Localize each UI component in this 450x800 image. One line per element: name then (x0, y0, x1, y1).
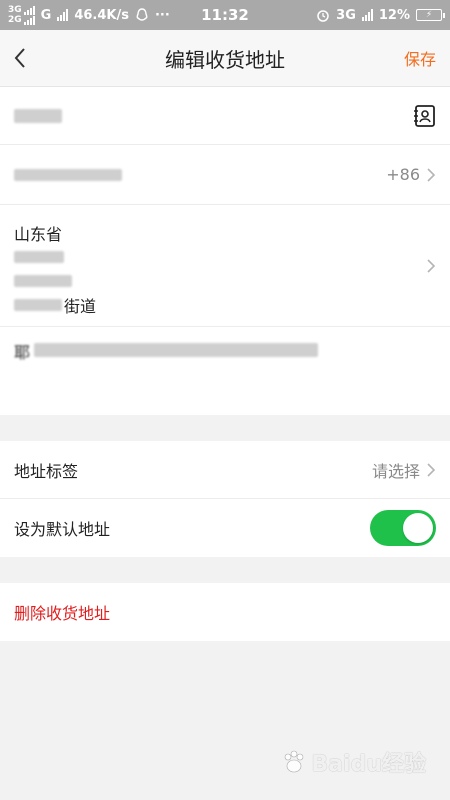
name-redacted (14, 108, 62, 123)
region-province: 山东省 (14, 225, 63, 244)
city-redacted (14, 251, 64, 263)
contact-book-icon (414, 104, 435, 127)
address-tag-value: 请选择 (372, 458, 436, 482)
address-tag-placeholder: 请选择 (371, 461, 420, 481)
address-form: +86 山东省 街道 耶 (0, 87, 450, 415)
region-district-line (14, 271, 96, 291)
baidu-watermark: Baidu经验 (281, 746, 426, 778)
battery-icon: ⚡ (416, 9, 445, 21)
back-button[interactable] (0, 30, 40, 87)
default-address-control (370, 510, 436, 546)
consignee-name-field[interactable] (0, 87, 450, 145)
chevron-left-icon (14, 48, 25, 68)
network-type-right: 3G (336, 7, 356, 23)
region-province-line: 山东省 (14, 223, 96, 244)
default-address-label: 设为默认地址 (14, 520, 111, 539)
delete-address-label: 删除收货地址 (14, 604, 111, 623)
default-address-row: 设为默认地址 (0, 499, 450, 557)
phone-field[interactable]: +86 (0, 145, 450, 205)
region-selector[interactable]: 山东省 街道 (0, 205, 450, 327)
address-settings: 地址标签 请选择 设为默认地址 (0, 441, 450, 557)
detail-redacted (34, 343, 319, 357)
status-bar: 3G 2G G 46.4K/s ··· 11:32 3G 12% ⚡ (0, 0, 450, 30)
chevron-right-icon (427, 462, 436, 477)
country-code-selector[interactable]: +86 (386, 165, 436, 184)
region-street-suffix: 街道 (64, 297, 97, 316)
chevron-right-icon (427, 259, 436, 273)
nav-bar: 编辑收货地址 保存 (0, 30, 450, 87)
signal-icon (23, 15, 35, 25)
network-type-bottom: 2G (8, 15, 22, 25)
save-button[interactable]: 保存 (404, 46, 436, 70)
district-redacted (14, 275, 72, 287)
delete-address-button[interactable]: 删除收货地址 (0, 583, 450, 641)
street-redacted (14, 299, 62, 311)
battery-percent: 12% (378, 7, 410, 23)
chevron-right-icon (427, 167, 436, 182)
contacts-button[interactable] (412, 104, 436, 127)
address-tag-label: 地址标签 (14, 461, 79, 481)
network-type-top: 3G (8, 5, 22, 15)
watermark-text: Baidu经验 (311, 752, 426, 777)
region-street-line: 街道 (14, 295, 97, 316)
signal-strength-icon (57, 9, 69, 21)
detail-address-field[interactable]: 耶 (0, 327, 450, 415)
signal-icon-right (361, 9, 373, 21)
delete-section: 删除收货地址 (0, 583, 450, 641)
phone-redacted (14, 168, 122, 181)
network-type-g: G (40, 7, 52, 23)
signal-icon (23, 5, 35, 15)
network-indicator: 3G 2G (8, 5, 35, 25)
network-speed: 46.4K/s (74, 7, 129, 23)
region-city-line (14, 247, 96, 267)
default-address-toggle[interactable] (370, 510, 436, 546)
toggle-knob (403, 513, 433, 543)
qq-icon (136, 8, 148, 21)
detail-prefix: 耶 (14, 343, 31, 362)
more-dots: ··· (154, 7, 170, 23)
address-tag-row[interactable]: 地址标签 请选择 (0, 441, 450, 499)
status-right: 3G 12% ⚡ (316, 7, 445, 23)
country-code: +86 (386, 165, 420, 184)
alarm-icon (317, 10, 329, 22)
region-lines: 山东省 街道 (14, 223, 97, 316)
page-title: 编辑收货地址 (165, 47, 285, 72)
paw-icon (285, 750, 304, 773)
status-left: 3G 2G G 46.4K/s ··· (8, 5, 170, 25)
